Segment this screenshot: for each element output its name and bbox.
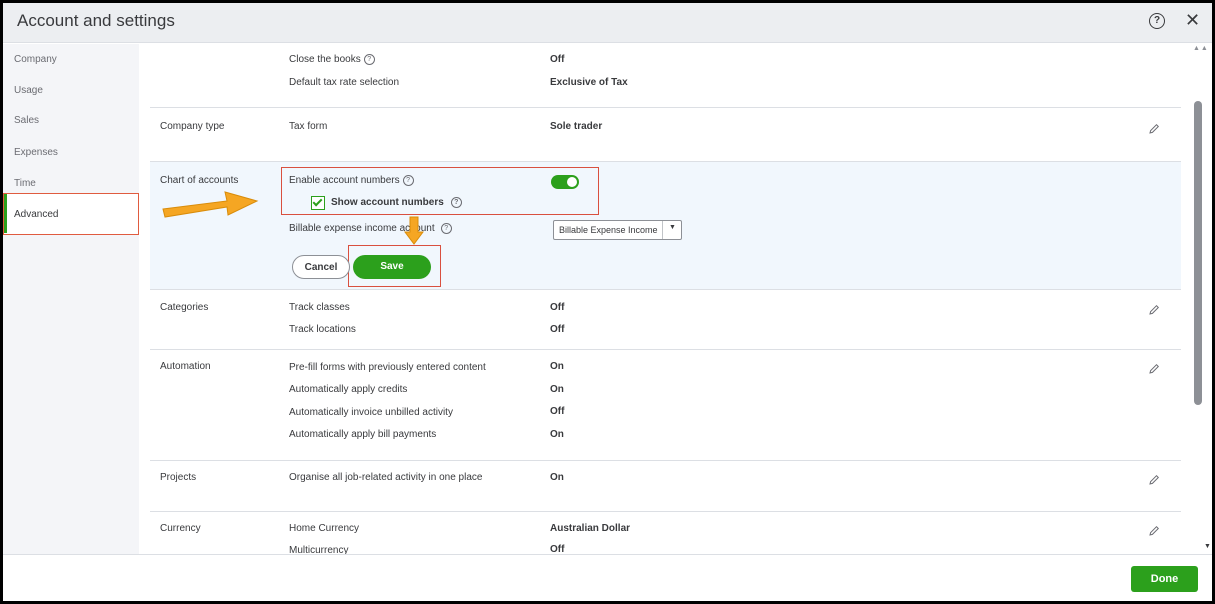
window-footer: Done xyxy=(3,554,1212,601)
sidebar-item-label: Advanced xyxy=(14,209,59,220)
section-divider xyxy=(150,460,1181,461)
check-icon xyxy=(312,196,323,207)
section-company-type: Company type xyxy=(160,121,225,132)
prefill-forms-value: On xyxy=(550,361,564,372)
select-value: Billable Expense Income xyxy=(559,225,658,235)
billable-expense-account-select[interactable]: Billable Expense Income ▼ xyxy=(553,220,682,240)
tax-rate-label: Default tax rate selection xyxy=(289,77,400,88)
section-divider xyxy=(150,107,1181,108)
section-categories: Categories xyxy=(160,302,209,313)
toggle-knob xyxy=(567,177,577,187)
done-button[interactable]: Done xyxy=(1131,566,1198,592)
settings-content: Close the books? Off Default tax rate se… xyxy=(139,44,1191,554)
question-circle-icon[interactable]: ? xyxy=(1149,13,1165,29)
track-locations-label: Track locations xyxy=(289,324,356,335)
apply-credits-value: On xyxy=(550,384,564,395)
help-icon[interactable]: ? xyxy=(440,223,452,234)
track-locations-value: Off xyxy=(550,324,565,335)
scroll-down-icon[interactable]: ▼ xyxy=(1204,543,1211,550)
window-header: Account and settings ? ✕ xyxy=(3,3,1212,43)
apply-bill-payments-label: Automatically apply bill payments xyxy=(289,429,437,440)
pencil-icon[interactable] xyxy=(1147,122,1161,136)
help-icon[interactable]: ? xyxy=(402,175,414,186)
home-currency-label: Home Currency xyxy=(289,523,360,534)
track-classes-value: Off xyxy=(550,302,565,313)
apply-credits-label: Automatically apply credits xyxy=(289,384,408,395)
cancel-button[interactable]: Cancel xyxy=(292,255,350,279)
pencil-icon[interactable] xyxy=(1147,362,1161,376)
tax-rate-value: Exclusive of Tax xyxy=(550,77,628,88)
pencil-icon[interactable] xyxy=(1147,473,1161,487)
close-icon[interactable]: ✕ xyxy=(1185,10,1200,31)
sidebar-item-expenses[interactable]: Expenses xyxy=(14,147,58,158)
invoice-unbilled-label: Automatically invoice unbilled activity xyxy=(289,407,453,418)
sidebar-item-sales[interactable]: Sales xyxy=(14,115,39,126)
enable-account-numbers-toggle[interactable] xyxy=(551,175,579,189)
home-currency-value: Australian Dollar xyxy=(550,523,631,534)
scroll-up-icon[interactable]: ▲▲ xyxy=(1193,45,1209,52)
sidebar-item-advanced[interactable]: Advanced xyxy=(3,193,139,235)
save-button[interactable]: Save xyxy=(353,255,431,279)
organise-activity-value: On xyxy=(550,472,564,483)
organise-activity-label: Organise all job-related activity in one… xyxy=(289,472,483,483)
track-classes-label: Track classes xyxy=(289,302,350,313)
active-indicator xyxy=(4,194,7,233)
apply-bill-payments-value: On xyxy=(550,429,564,440)
section-divider xyxy=(150,289,1181,290)
section-projects: Projects xyxy=(160,472,197,483)
select-divider xyxy=(662,221,663,239)
sidebar-item-usage[interactable]: Usage xyxy=(14,85,43,96)
scrollbar-thumb[interactable] xyxy=(1194,101,1202,405)
multicurrency-label: Multicurrency xyxy=(289,545,349,554)
section-automation: Automation xyxy=(160,361,211,372)
annotation-arrow-right-icon xyxy=(162,191,259,218)
settings-window: Account and settings ? ✕ Company Usage S… xyxy=(0,0,1215,604)
prefill-forms-label: Pre-fill forms with previously entered c… xyxy=(289,362,486,373)
close-books-label: Close the books? xyxy=(289,54,375,65)
settings-sidebar: Company Usage Sales Expenses Time Advanc… xyxy=(3,44,139,554)
pencil-icon[interactable] xyxy=(1147,303,1161,317)
tax-form-label: Tax form xyxy=(289,121,328,132)
enable-account-numbers-label: Enable account numbers? xyxy=(289,175,414,186)
help-icon[interactable]: ? xyxy=(450,197,462,208)
pencil-icon[interactable] xyxy=(1147,524,1161,538)
show-account-numbers-checkbox[interactable] xyxy=(311,196,325,210)
help-icon[interactable]: ? xyxy=(363,54,375,65)
section-divider xyxy=(150,511,1181,512)
tax-form-value: Sole trader xyxy=(550,121,603,132)
window-title: Account and settings xyxy=(17,11,175,30)
sidebar-item-company[interactable]: Company xyxy=(14,54,57,65)
multicurrency-value: Off xyxy=(550,544,565,554)
sidebar-item-time[interactable]: Time xyxy=(14,178,36,189)
close-books-value: Off xyxy=(550,54,565,65)
billable-expense-label: Billable expense income account? xyxy=(289,223,452,234)
section-divider xyxy=(150,349,1181,350)
annotation-arrow-down-icon xyxy=(404,216,424,245)
show-account-numbers-label: Show account numbers? xyxy=(331,197,462,208)
section-currency: Currency xyxy=(160,523,201,534)
caret-down-icon: ▼ xyxy=(669,224,676,231)
section-chart-of-accounts: Chart of accounts xyxy=(160,175,239,186)
invoice-unbilled-value: Off xyxy=(550,406,565,417)
